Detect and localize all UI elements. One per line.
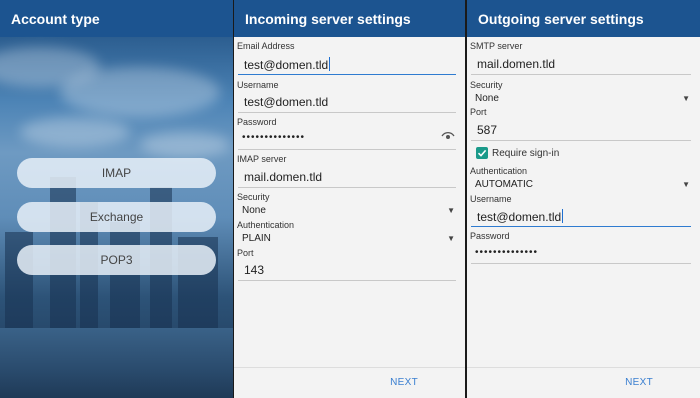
chevron-down-icon: ▼ bbox=[682, 180, 690, 189]
email-label: Email Address bbox=[237, 41, 295, 51]
smtp-server-label: SMTP server bbox=[470, 41, 523, 51]
text-cursor bbox=[562, 209, 564, 223]
incoming-form: Email Address test@domen.tld Username te… bbox=[234, 37, 465, 367]
outgoing-settings-screen: Outgoing server settings SMTP server mai… bbox=[467, 0, 700, 398]
authentication-value: AUTOMATIC bbox=[475, 179, 533, 190]
footer-bar: NEXT bbox=[234, 367, 465, 398]
port-label: Port bbox=[470, 107, 487, 117]
check-icon bbox=[477, 149, 487, 157]
authentication-label: Authentication bbox=[470, 166, 528, 176]
security-label: Security bbox=[470, 80, 503, 90]
imap-option-button[interactable]: IMAP bbox=[17, 158, 216, 188]
next-button[interactable]: NEXT bbox=[390, 377, 418, 388]
chevron-down-icon: ▼ bbox=[447, 206, 455, 215]
exchange-option-button[interactable]: Exchange bbox=[17, 202, 216, 232]
password-value: •••••••••••••• bbox=[242, 132, 306, 143]
password-value: •••••••••••••• bbox=[475, 247, 539, 258]
username-label: Username bbox=[237, 80, 279, 90]
app-bar: Incoming server settings bbox=[234, 0, 465, 37]
require-signin-label: Require sign-in bbox=[492, 148, 560, 159]
incoming-settings-screen: Incoming server settings Email Address t… bbox=[234, 0, 465, 398]
port-value: 587 bbox=[477, 123, 498, 137]
security-label: Security bbox=[237, 192, 270, 202]
security-value: None bbox=[242, 205, 266, 216]
footer-bar: NEXT bbox=[467, 367, 700, 398]
port-label: Port bbox=[237, 248, 254, 258]
screen-title: Account type bbox=[11, 11, 100, 27]
chevron-down-icon: ▼ bbox=[682, 94, 690, 103]
password-label: Password bbox=[237, 117, 277, 127]
email-value: test@domen.tld bbox=[244, 58, 329, 72]
username-value: test@domen.tld bbox=[477, 210, 562, 224]
username-label: Username bbox=[470, 194, 512, 204]
security-value: None bbox=[475, 93, 499, 104]
next-button[interactable]: NEXT bbox=[625, 377, 653, 388]
authentication-value: PLAIN bbox=[242, 233, 271, 244]
text-cursor bbox=[329, 57, 331, 71]
screen-title: Incoming server settings bbox=[245, 11, 411, 27]
authentication-label: Authentication bbox=[237, 220, 295, 230]
app-bar: Account type bbox=[0, 0, 233, 37]
screen-title: Outgoing server settings bbox=[478, 11, 644, 27]
password-label: Password bbox=[470, 231, 510, 241]
port-value: 143 bbox=[244, 263, 265, 277]
account-type-screen: Account type IMAP Exchange POP3 bbox=[0, 0, 233, 398]
app-bar: Outgoing server settings bbox=[467, 0, 700, 37]
checkbox[interactable] bbox=[476, 147, 488, 159]
imap-server-value: mail.domen.tld bbox=[244, 170, 323, 184]
smtp-server-value: mail.domen.tld bbox=[477, 57, 556, 71]
username-value: test@domen.tld bbox=[244, 95, 329, 109]
imap-server-label: IMAP server bbox=[237, 154, 287, 164]
chevron-down-icon: ▼ bbox=[447, 234, 455, 243]
eye-icon[interactable] bbox=[441, 131, 455, 141]
pop3-option-button[interactable]: POP3 bbox=[17, 245, 216, 275]
outgoing-form: SMTP server mail.domen.tld Security None… bbox=[467, 37, 700, 367]
